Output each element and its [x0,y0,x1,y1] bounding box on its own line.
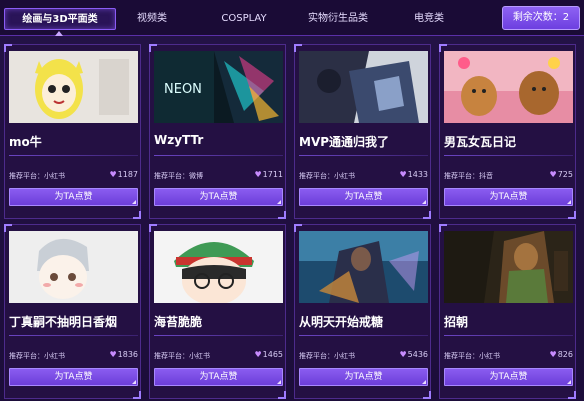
entry-thumbnail[interactable] [9,231,138,303]
vote-button-label: 为TA点赞 [54,192,93,202]
entry-name: 招朝 [444,315,469,329]
corner-decoration [277,380,281,384]
corner-decoration [132,200,136,204]
divider [299,335,428,336]
vote-button[interactable]: 为TA点赞 [154,368,283,386]
heart-icon: ♥ [549,170,557,179]
vote-button[interactable]: 为TA点赞 [154,188,283,206]
heart-icon: ♥ [109,350,117,359]
recommended-platform: 推荐平台：小红书 [9,352,65,360]
vote-button-label: 为TA点赞 [199,192,238,202]
corner-decoration [277,200,281,204]
heart-icon: ♥ [399,350,407,359]
heart-icon: ♥ [254,350,262,359]
category-tab-bar: 绘画与3D平面类 视频类 COSPLAY 实物衍生品类 电竞类 剩余次数：2 [0,0,584,36]
vote-button-label: 为TA点赞 [199,372,238,382]
heart-icon: ♥ [549,350,557,359]
vote-button-label: 为TA点赞 [54,372,93,382]
entry-thumbnail[interactable] [154,231,283,303]
recommended-platform: 推荐平台：小红书 [9,172,65,180]
like-count-value: 1711 [262,170,283,179]
like-count-value: 1836 [117,350,138,359]
like-count-value: 725 [557,170,573,179]
entry-name: 从明天开始戒糖 [299,315,384,329]
entry-name: 男瓦女瓦日记 [444,135,517,149]
entry-name: 海苔脆脆 [154,315,203,329]
entry-card: NEON WzyTTr 推荐平台：微博 ♥1711 为TA点赞 [149,44,286,219]
vote-button[interactable]: 为TA点赞 [9,188,138,206]
entry-card: MVP通通归我了 推荐平台：小红书 ♥1433 为TA点赞 [294,44,431,219]
like-count-value: 826 [557,350,573,359]
corner-decoration [132,380,136,384]
tab-merchandise[interactable]: 实物衍生品类 [300,9,376,29]
active-tab-indicator [55,31,63,36]
vote-button-label: 为TA点赞 [489,372,528,382]
recommended-platform: 推荐平台：微博 [154,172,203,180]
corner-decoration [567,200,571,204]
like-count: ♥1433 [399,170,428,179]
like-count: ♥826 [550,350,573,359]
entry-thumbnail[interactable] [9,51,138,123]
remaining-votes-badge: 剩余次数：2 [502,6,580,30]
vote-button-label: 为TA点赞 [344,372,383,382]
entry-name: MVP通通归我了 [299,135,390,149]
divider [9,335,138,336]
entry-thumbnail[interactable] [299,231,428,303]
vote-button[interactable]: 为TA点赞 [444,368,573,386]
like-count: ♥1465 [254,350,283,359]
entry-card: mo牛 推荐平台：小红书 ♥1187 为TA点赞 [4,44,141,219]
tab-video[interactable]: 视频类 [124,9,180,29]
recommended-platform: 推荐平台：小红书 [299,172,355,180]
recommended-platform: 推荐平台：抖音 [444,172,493,180]
entry-thumbnail[interactable] [444,231,573,303]
entry-card: 招朝 推荐平台：小红书 ♥826 为TA点赞 [439,224,576,399]
like-count-value: 5436 [407,350,428,359]
like-count-value: 1465 [262,350,283,359]
entry-name: mo牛 [9,135,42,149]
entry-name: WzyTTr [154,133,204,147]
tab-esports[interactable]: 电竞类 [404,9,454,29]
divider [444,335,573,336]
like-count: ♥5436 [399,350,428,359]
tab-cosplay[interactable]: COSPLAY [212,9,276,29]
divider [9,155,138,156]
like-count-value: 1433 [407,170,428,179]
recommended-platform: 推荐平台：小红书 [299,352,355,360]
entry-thumbnail[interactable] [299,51,428,123]
tab-painting-3d[interactable]: 绘画与3D平面类 [4,8,116,30]
thumbnail-neon-text: NEON [164,82,202,97]
vote-button-label: 为TA点赞 [344,192,383,202]
heart-icon: ♥ [399,170,407,179]
like-count-value: 1187 [117,170,138,179]
entry-card: 从明天开始戒糖 推荐平台：小红书 ♥5436 为TA点赞 [294,224,431,399]
like-count: ♥725 [550,170,573,179]
vote-button[interactable]: 为TA点赞 [444,188,573,206]
vote-button[interactable]: 为TA点赞 [299,368,428,386]
entry-name: 丁真嗣不抽明日香烟 [9,315,118,329]
corner-decoration [422,380,426,384]
vote-button[interactable]: 为TA点赞 [299,188,428,206]
vote-button-label: 为TA点赞 [489,192,528,202]
corner-decoration [422,200,426,204]
divider [154,155,283,156]
entry-card: 丁真嗣不抽明日香烟 推荐平台：小红书 ♥1836 为TA点赞 [4,224,141,399]
like-count: ♥1711 [254,170,283,179]
entry-thumbnail[interactable] [444,51,573,123]
recommended-platform: 推荐平台：小红书 [154,352,210,360]
heart-icon: ♥ [254,170,262,179]
divider [299,155,428,156]
divider [444,155,573,156]
page: 绘画与3D平面类 视频类 COSPLAY 实物衍生品类 电竞类 剩余次数：2 m… [0,0,584,401]
like-count: ♥1836 [109,350,138,359]
vote-button[interactable]: 为TA点赞 [9,368,138,386]
entry-card: 男瓦女瓦日记 推荐平台：抖音 ♥725 为TA点赞 [439,44,576,219]
like-count: ♥1187 [109,170,138,179]
recommended-platform: 推荐平台：小红书 [444,352,500,360]
entry-card: 海苔脆脆 推荐平台：小红书 ♥1465 为TA点赞 [149,224,286,399]
divider [154,335,283,336]
corner-decoration [567,380,571,384]
heart-icon: ♥ [109,170,117,179]
entry-thumbnail[interactable]: NEON [154,51,283,123]
